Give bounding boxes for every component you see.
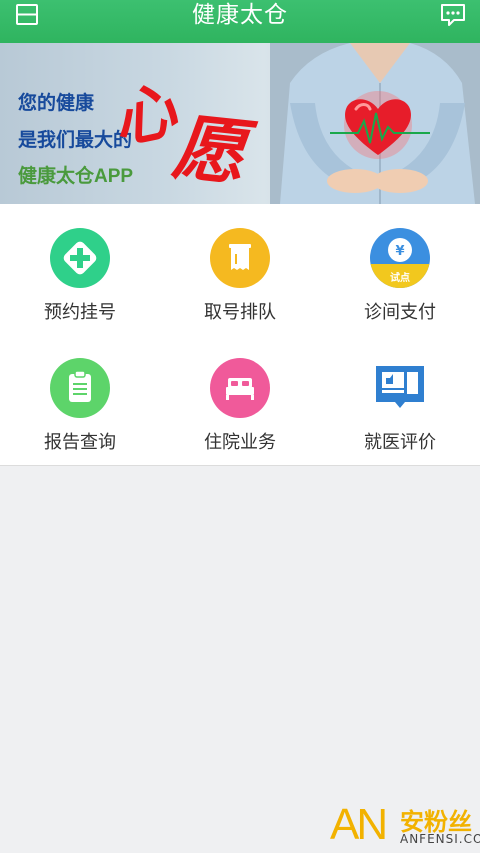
watermark-domain: ANFENSI.COM <box>400 832 480 846</box>
register-plus-icon <box>50 228 110 288</box>
promo-banner[interactable]: 您的健康 是我们最大的 健康太仓APP 心 愿 <box>0 43 480 204</box>
menu-item-payment[interactable]: ¥ 试点 诊间支付 <box>320 204 480 334</box>
evaluation-icon <box>370 358 430 418</box>
menu-item-label: 诊间支付 <box>364 302 436 323</box>
menu-item-label: 报告查询 <box>44 432 116 453</box>
pilot-badge: 试点 <box>390 273 410 284</box>
page-title: 健康太仓 <box>192 2 288 28</box>
menu-item-label: 住院业务 <box>204 432 276 453</box>
ticket-icon <box>210 228 270 288</box>
banner-wish-calligraphy: 心 愿 <box>106 61 262 195</box>
hospital-bed-icon <box>210 358 270 418</box>
app-header: 健康太仓 <box>0 0 480 43</box>
report-icon <box>50 358 110 418</box>
menu-item-label: 就医评价 <box>364 432 436 453</box>
site-watermark: AN 安粉丝 ANFENSI.COM <box>330 800 480 853</box>
wish-char-2: 愿 <box>169 103 250 196</box>
menu-item-appointment[interactable]: 预约挂号 <box>0 204 160 334</box>
service-menu: 预约挂号 取号排队 ¥ 试点 诊间支付 报告查询 住院业务 就医评价 <box>0 204 480 466</box>
menu-item-inpatient[interactable]: 住院业务 <box>160 334 320 464</box>
menu-item-label: 预约挂号 <box>44 302 116 323</box>
menu-item-label: 取号排队 <box>204 302 276 323</box>
message-icon[interactable] <box>438 2 468 28</box>
menu-item-report[interactable]: 报告查询 <box>0 334 160 464</box>
svg-text:¥: ¥ <box>395 244 404 259</box>
banner-line-1: 您的健康 <box>18 93 95 114</box>
menu-item-queue[interactable]: 取号排队 <box>160 204 320 334</box>
payment-icon: ¥ 试点 <box>370 228 430 288</box>
wish-char-1: 心 <box>106 73 183 158</box>
watermark-logo: AN <box>330 800 388 849</box>
menu-item-evaluation[interactable]: 就医评价 <box>320 334 480 464</box>
banner-person-heart-image <box>270 43 480 204</box>
